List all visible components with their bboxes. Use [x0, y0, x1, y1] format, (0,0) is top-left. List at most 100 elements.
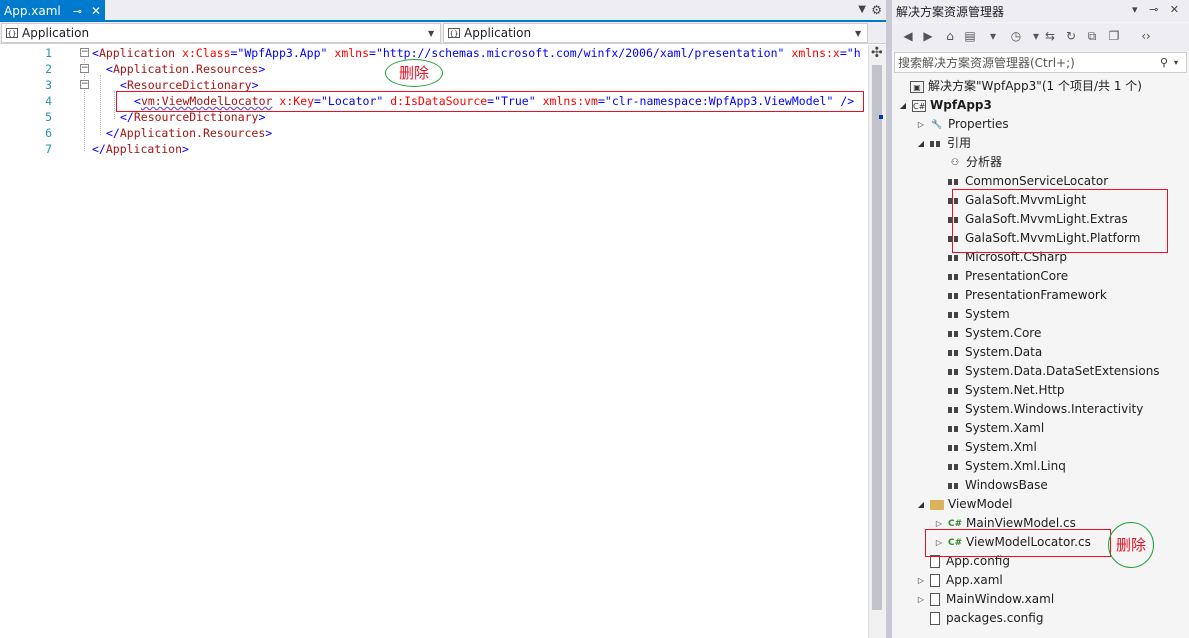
reference-icon — [948, 368, 960, 376]
pending-changes-icon[interactable]: ◷ — [1008, 28, 1024, 44]
close-icon[interactable]: ✕ — [91, 4, 101, 18]
code-token: http://schemas.microsoft.com/winfx/2006/… — [382, 46, 778, 60]
tree-item-label: System.Xaml — [965, 421, 1045, 435]
navigation-bar: {} Application ▼ {} Application ▼ — [0, 22, 886, 44]
tree-item-label: 引用 — [947, 136, 972, 150]
back-icon[interactable]: ◀ — [900, 28, 916, 44]
code-token: ResourceDictionary — [133, 110, 259, 124]
panel-controls[interactable]: ▾ ⊸ ✕ — [1132, 3, 1183, 16]
line-number: 7 — [45, 142, 52, 156]
solution-search-input[interactable]: 搜索解决方案资源管理器(Ctrl+;) ⚲ ▾ — [894, 52, 1187, 73]
code-text: <Application x:Class="WpfApp3.App" xmlns… — [92, 45, 861, 61]
collapsed-arrow-icon[interactable]: ▷ — [916, 590, 926, 609]
tree-item-reference[interactable]: System.Net.Http — [934, 381, 1065, 400]
code-token: > — [258, 110, 266, 124]
code-token: < — [120, 78, 127, 92]
collapse-all-icon[interactable]: ⧉ — [1084, 28, 1100, 44]
home-icon[interactable]: ⌂ — [942, 28, 958, 44]
wrench-icon: 🔧 — [931, 119, 943, 130]
gear-icon[interactable]: ⚙ — [871, 3, 882, 17]
editor-vertical-scrollbar[interactable]: ✣ — [868, 45, 886, 638]
tree-item-file[interactable]: ▷ App.xaml — [916, 571, 1003, 590]
xaml-file-icon — [930, 574, 940, 587]
tree-item-references[interactable]: ◢ 引用 — [916, 134, 971, 153]
tree-item-reference[interactable]: System.Windows.Interactivity — [934, 400, 1143, 419]
sync-icon[interactable]: ⇆ — [1042, 28, 1058, 44]
expanded-arrow-icon[interactable]: ◢ — [916, 134, 926, 153]
tree-item-label: App.xaml — [946, 573, 1003, 587]
tree-item-label: WindowsBase — [965, 478, 1048, 492]
tree-item-reference[interactable]: System.Core — [934, 324, 1041, 343]
tree-item-label: System.Data.DataSetExtensions — [965, 364, 1160, 378]
reference-icon — [948, 406, 960, 414]
tree-item-reference[interactable]: PresentationFramework — [934, 286, 1107, 305]
code-area[interactable]: 1− <Application x:Class="WpfApp3.App" xml… — [0, 45, 868, 638]
split-icon[interactable]: ✣ — [871, 45, 883, 61]
code-token: ="h — [839, 46, 861, 60]
tree-item-reference[interactable]: System.Xml.Linq — [934, 457, 1066, 476]
tree-item-file[interactable]: ▷ MainWindow.xaml — [916, 590, 1054, 609]
switch-views-icon[interactable]: ▤ — [962, 28, 978, 44]
code-editor[interactable]: App.xaml ⊸ ✕ ▼ ⚙ {} Application ▼ {} App… — [0, 0, 886, 638]
code-token: WpfApp3.App — [244, 46, 321, 60]
tree-item-viewmodel-folder[interactable]: ◢ ViewModel — [916, 495, 1013, 514]
view-code-icon[interactable]: ‹› — [1138, 28, 1154, 44]
analyzer-icon: ⚇ — [950, 157, 960, 168]
chevron-down-icon[interactable]: ▾ — [1174, 58, 1186, 67]
nav-dropdown-right[interactable]: {} Application ▼ — [443, 23, 868, 43]
code-line[interactable]: 7 </Application> — [0, 141, 868, 157]
line-number: 4 — [45, 94, 52, 108]
tree-item-label: ViewModel — [948, 497, 1013, 511]
fold-toggle-icon[interactable]: − — [80, 48, 89, 57]
tree-item-solution[interactable]: ▣ 解决方案"WpfApp3"(1 个项目/共 1 个) — [896, 77, 1142, 96]
tree-item-label: System.Xml.Linq — [965, 459, 1066, 473]
code-token: xmlns — [327, 46, 370, 60]
tree-item-reference[interactable]: PresentationCore — [934, 267, 1068, 286]
nav-dropdown-left[interactable]: {} Application ▼ — [1, 23, 441, 43]
class-icon: {} — [448, 28, 460, 38]
search-placeholder: 搜索解决方案资源管理器(Ctrl+;) — [898, 56, 1075, 70]
code-token: </ — [120, 110, 134, 124]
references-icon — [930, 140, 942, 148]
tree-item-reference[interactable]: System.Data — [934, 343, 1042, 362]
tree-item-project[interactable]: ◢ C# WpfApp3 — [898, 96, 992, 115]
scrollbar-thumb[interactable] — [872, 65, 882, 610]
expanded-arrow-icon[interactable]: ◢ — [916, 495, 926, 514]
tree-item-reference[interactable]: System — [934, 305, 1010, 324]
tree-item-file[interactable]: packages.config — [916, 609, 1043, 628]
code-token: </ — [92, 142, 106, 156]
fold-toggle-icon[interactable]: − — [80, 80, 89, 89]
collapsed-arrow-icon[interactable]: ▷ — [916, 115, 926, 134]
line-number: 1 — [45, 46, 52, 60]
code-token: < — [92, 46, 99, 60]
show-all-files-icon[interactable]: ❐ — [1106, 28, 1122, 44]
tree-item-reference[interactable]: System.Xml — [934, 438, 1037, 457]
chevron-down-icon[interactable]: ▾ — [985, 28, 1001, 44]
refresh-icon[interactable]: ↻ — [1063, 28, 1079, 44]
fold-toggle-icon[interactable]: − — [80, 64, 89, 73]
solution-explorer-title-bar: 解决方案资源管理器 ▾ ⊸ ✕ — [892, 0, 1189, 22]
expanded-arrow-icon[interactable]: ◢ — [898, 96, 908, 115]
tree-item-properties[interactable]: ▷ 🔧 Properties — [916, 115, 1009, 134]
code-token: > — [265, 126, 273, 140]
code-line[interactable]: 6 </Application.Resources> — [0, 125, 868, 141]
search-icon[interactable]: ⚲ — [1160, 56, 1174, 69]
tree-item-label: 分析器 — [966, 155, 1003, 169]
panel-title: 解决方案资源管理器 — [896, 4, 1005, 19]
csharp-project-icon: C# — [912, 99, 926, 112]
chevron-down-icon: ▼ — [428, 28, 435, 38]
code-token: Application — [105, 142, 183, 156]
tree-item-reference[interactable]: System.Data.DataSetExtensions — [934, 362, 1160, 381]
tab-app-xaml[interactable]: App.xaml ⊸ ✕ — [0, 0, 105, 22]
tree-item-analyzer[interactable]: ⚇ 分析器 — [934, 153, 1002, 172]
xaml-file-icon — [930, 593, 940, 606]
forward-icon[interactable]: ▶ — [920, 28, 936, 44]
chevron-down-icon[interactable]: ▼ — [858, 4, 866, 15]
tree-item-reference[interactable]: WindowsBase — [934, 476, 1048, 495]
code-line[interactable]: 1 − <Application x:Class="WpfApp3.App" xml… — [0, 45, 868, 61]
solution-explorer: 解决方案资源管理器 ▾ ⊸ ✕ ◀ ▶ ⌂ ▤ ▾ ◷ ▾ ⇆ ↻ ⧉ ❐ ‹›… — [892, 0, 1189, 638]
tree-item-label: packages.config — [946, 611, 1044, 625]
collapsed-arrow-icon[interactable]: ▷ — [916, 571, 926, 590]
tree-item-reference[interactable]: System.Xaml — [934, 419, 1044, 438]
pin-icon[interactable]: ⊸ — [73, 5, 82, 18]
